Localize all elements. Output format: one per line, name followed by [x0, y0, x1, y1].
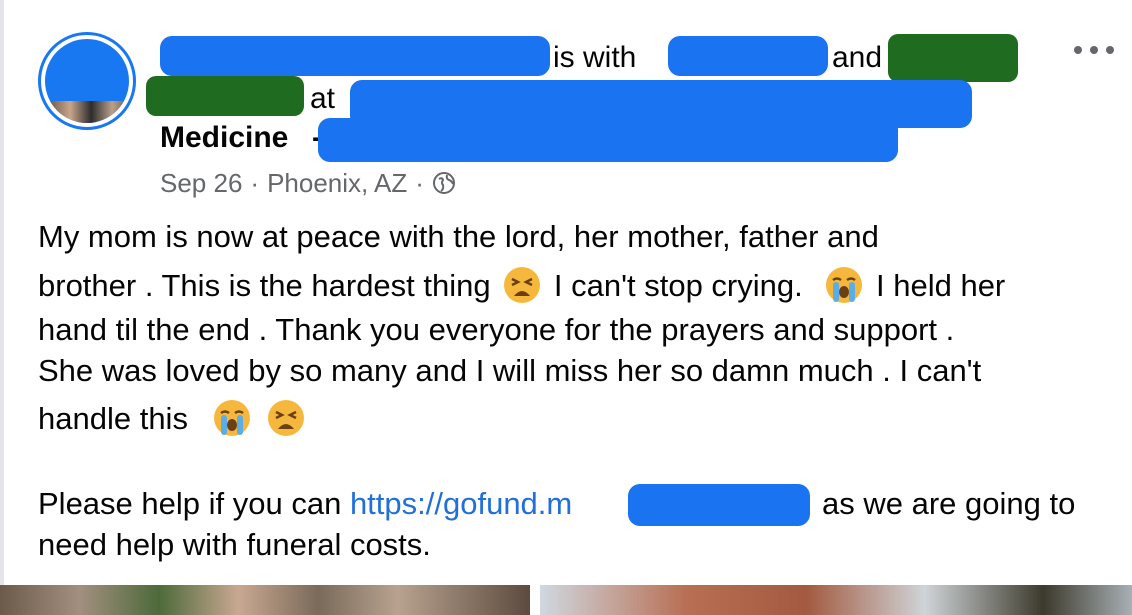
redacted-place-detail: [318, 118, 898, 162]
loudly-crying-face-emoji: [825, 266, 863, 304]
post-text-line-7: need help with funeral costs.: [38, 527, 431, 562]
tired-face-emoji: [503, 266, 541, 304]
attached-photo-2[interactable]: [540, 585, 1132, 615]
post-text-fragment: I held her: [876, 268, 1006, 303]
post-text-line-2: brother . This is the hardest thing I ca…: [38, 266, 1005, 306]
loudly-crying-face-emoji: [213, 399, 251, 437]
post-text-fragment: as we are going to: [822, 486, 1076, 521]
avatar-redaction: [45, 39, 129, 123]
post-text-fragment: I can't stop crying.: [553, 268, 803, 303]
redacted-name: [160, 36, 550, 76]
tired-face-emoji: [267, 399, 305, 437]
gofundme-link[interactable]: https://gofund.m: [350, 486, 572, 521]
avatar-photo-fragment: [45, 101, 129, 123]
post-meta: Sep 26 · Phoenix, AZ ·: [160, 166, 456, 200]
post-text-line-3: hand til the end . Thank you everyone fo…: [38, 312, 955, 347]
dot: [1106, 46, 1114, 54]
header-with-text: is with: [553, 41, 637, 74]
header-at-text: at: [310, 82, 336, 115]
profile-avatar[interactable]: [38, 32, 136, 130]
globe-icon[interactable]: [432, 171, 456, 195]
redacted-tagged-person-2-cont[interactable]: [146, 76, 304, 116]
redacted-tagged-person-1[interactable]: [668, 36, 828, 76]
post-text-line-6: Please help if you can https://gofund.m: [38, 484, 572, 524]
post-text-fragment: brother . This is the hardest thing: [38, 268, 491, 303]
redacted-tagged-person-2[interactable]: [888, 34, 1018, 82]
post-text-line-4: She was loved by so many and I will miss…: [38, 353, 982, 388]
header-and-text: and: [832, 41, 883, 74]
meta-separator-2: ·: [415, 168, 424, 198]
post-date[interactable]: Sep 26: [160, 166, 242, 200]
meta-separator: ·: [250, 168, 260, 198]
header-place-suffix[interactable]: Medicine: [160, 120, 288, 156]
post-location[interactable]: Phoenix, AZ: [267, 166, 407, 200]
post-text-line-5: handle this: [38, 399, 309, 439]
dot: [1090, 46, 1098, 54]
card-edge: [0, 0, 4, 615]
attached-photo-1[interactable]: [0, 585, 530, 615]
post-text-fragment: Please help if you can: [38, 486, 342, 521]
more-options-icon[interactable]: [1074, 40, 1114, 60]
post-text-line-1: My mom is now at peace with the lord, he…: [38, 219, 879, 254]
post-text-fragment: handle this: [38, 401, 188, 436]
redacted-link-path[interactable]: [628, 484, 810, 526]
dot: [1074, 46, 1082, 54]
